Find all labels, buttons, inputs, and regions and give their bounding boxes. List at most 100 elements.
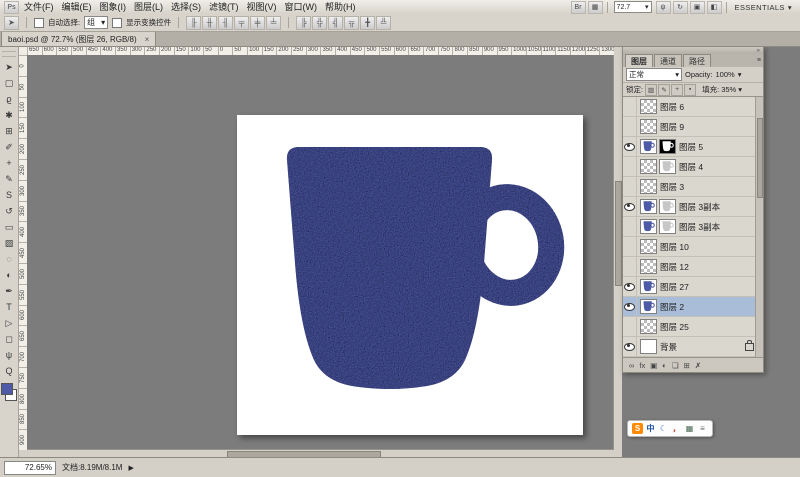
layer-name[interactable]: 图层 10 <box>660 241 754 253</box>
menu-item[interactable]: 选择(S) <box>167 1 205 14</box>
auto-select-dropdown[interactable]: 组 ▾ <box>84 16 109 29</box>
tool-preset-icon[interactable]: ➤ <box>4 15 19 30</box>
shape-tool[interactable]: ◻ <box>1 331 17 347</box>
checker-thumbnail[interactable] <box>640 99 657 114</box>
zoom-level-field[interactable]: 72.7 ▾ <box>613 1 652 13</box>
layer-name[interactable]: 背景 <box>660 341 745 353</box>
mug-thumbnail[interactable] <box>640 299 657 314</box>
visibility-toggle[interactable] <box>623 157 637 176</box>
vertical-scrollbar[interactable] <box>613 55 622 450</box>
layer-row[interactable]: 图层 3副本 <box>623 197 763 217</box>
rotate-view-icon[interactable]: ↻ <box>672 0 688 14</box>
healing-brush-tool[interactable]: + <box>1 155 17 171</box>
status-zoom-field[interactable]: 72.65% <box>4 460 56 475</box>
layer-row[interactable]: 图层 5 <box>623 137 763 157</box>
eraser-tool[interactable]: ▭ <box>1 219 17 235</box>
visibility-toggle[interactable] <box>623 297 637 316</box>
layer-row[interactable]: 图层 4 <box>623 157 763 177</box>
scrollbar-thumb[interactable] <box>757 117 763 198</box>
mug-thumbnail[interactable] <box>640 199 657 214</box>
add-mask-icon[interactable]: ▣ <box>650 359 657 372</box>
layer-name[interactable]: 图层 2 <box>660 301 754 313</box>
quick-selection-tool[interactable]: ✱ <box>1 107 17 123</box>
close-icon[interactable]: × <box>145 35 150 44</box>
layer-row[interactable]: 图层 9 <box>623 117 763 137</box>
status-menu-icon[interactable]: ▶ <box>128 464 133 472</box>
panel-tab[interactable]: 通道 <box>654 54 682 67</box>
layer-group-icon[interactable]: ❏ <box>672 359 679 372</box>
layer-row[interactable]: 图层 3 <box>623 177 763 197</box>
mug-thumbnail[interactable] <box>640 219 657 234</box>
scrollbar-thumb[interactable] <box>615 181 622 287</box>
lasso-tool[interactable]: ϱ <box>1 91 17 107</box>
canvas-viewport[interactable] <box>27 55 614 450</box>
checker-thumbnail[interactable] <box>640 319 657 334</box>
sogou-logo-icon[interactable]: S <box>632 423 643 434</box>
layer-name[interactable]: 图层 4 <box>679 161 754 173</box>
pen-tool[interactable]: ✒ <box>1 283 17 299</box>
collapse-panels-icon[interactable]: » <box>757 48 760 54</box>
canvas-page[interactable] <box>237 115 583 435</box>
layer-name[interactable]: 图层 27 <box>660 281 754 293</box>
adjustment-layer-icon[interactable]: ◐ <box>662 359 667 372</box>
visibility-toggle[interactable] <box>623 257 637 276</box>
blend-mode-dropdown[interactable]: 正常 ▾ <box>626 68 682 81</box>
lock-position-icon[interactable]: + <box>671 83 684 96</box>
screen-mode-icon[interactable]: ◧ <box>706 0 722 14</box>
menu-item[interactable]: 图层(L) <box>130 1 167 14</box>
lock-all-icon[interactable]: ▪ <box>684 83 697 96</box>
link-layers-icon[interactable]: ∞ <box>629 359 634 372</box>
workspace-switcher[interactable]: ESSENTIALS ▾ <box>730 3 797 12</box>
opacity-value[interactable]: 100% <box>716 70 735 79</box>
layer-style-icon[interactable]: fx <box>639 359 645 372</box>
menu-item[interactable]: 窗口(W) <box>281 1 322 14</box>
new-layer-icon[interactable]: ⊞ <box>684 359 690 372</box>
eyedropper-tool[interactable]: ✐ <box>1 139 17 155</box>
menu-item[interactable]: 视图(V) <box>243 1 281 14</box>
menu-item[interactable]: 图象(I) <box>96 1 131 14</box>
gradient-tool[interactable]: ▨ <box>1 235 17 251</box>
layer-row[interactable]: 背景 <box>623 337 763 357</box>
mask-black-thumbnail[interactable] <box>659 139 676 154</box>
checker-thumbnail[interactable] <box>640 159 657 174</box>
crop-tool[interactable]: ⊞ <box>1 123 17 139</box>
type-tool[interactable]: T <box>1 299 17 315</box>
visibility-toggle[interactable] <box>623 217 637 236</box>
menu-item[interactable]: 帮助(H) <box>321 1 360 14</box>
mug-thumbnail[interactable] <box>640 279 657 294</box>
distribute-icon[interactable]: ╬ <box>312 15 328 30</box>
distribute-icon[interactable]: ╠ <box>296 15 312 30</box>
distribute-icon[interactable]: ╋ <box>360 15 376 30</box>
zoom-tool[interactable]: Q <box>1 363 17 379</box>
panel-tab[interactable]: 路径 <box>683 54 711 67</box>
visibility-toggle[interactable] <box>623 137 637 156</box>
panel-tab[interactable]: 图层 <box>625 54 653 67</box>
mug-thumbnail[interactable] <box>640 139 657 154</box>
hand-tool[interactable]: ψ <box>1 347 17 363</box>
checker-thumbnail[interactable] <box>640 119 657 134</box>
white-thumbnail[interactable] <box>640 339 657 354</box>
layer-name[interactable]: 图层 12 <box>660 261 754 273</box>
auto-select-checkbox[interactable] <box>34 17 44 28</box>
blur-tool[interactable]: ◌ <box>1 251 17 267</box>
mask-white-thumbnail[interactable] <box>659 219 676 234</box>
visibility-toggle[interactable] <box>623 117 637 136</box>
layer-name[interactable]: 图层 6 <box>660 101 754 113</box>
ime-menu-icon[interactable]: ≡ <box>697 423 708 434</box>
layer-name[interactable]: 图层 3副本 <box>679 221 754 233</box>
layer-row[interactable]: 图层 27 <box>623 277 763 297</box>
layer-name[interactable]: 图层 3 <box>660 181 754 193</box>
align-icon[interactable]: ╧ <box>266 15 282 30</box>
layer-name[interactable]: 图层 5 <box>679 141 754 153</box>
ime-halfwidth-icon[interactable]: ☾ <box>658 423 669 434</box>
panel-scrollbar[interactable] <box>755 97 763 357</box>
move-tool[interactable]: ➤ <box>1 59 17 75</box>
ime-punct-icon[interactable]: ， <box>671 423 682 434</box>
visibility-toggle[interactable] <box>623 237 637 256</box>
layer-row[interactable]: 图层 2 <box>623 297 763 317</box>
menu-item[interactable]: 文件(F) <box>20 1 58 14</box>
marquee-tool[interactable]: ▢ <box>1 75 17 91</box>
align-icon[interactable]: ╟ <box>186 15 202 30</box>
layer-row[interactable]: 图层 25 <box>623 317 763 337</box>
layer-name[interactable]: 图层 3副本 <box>679 201 754 213</box>
